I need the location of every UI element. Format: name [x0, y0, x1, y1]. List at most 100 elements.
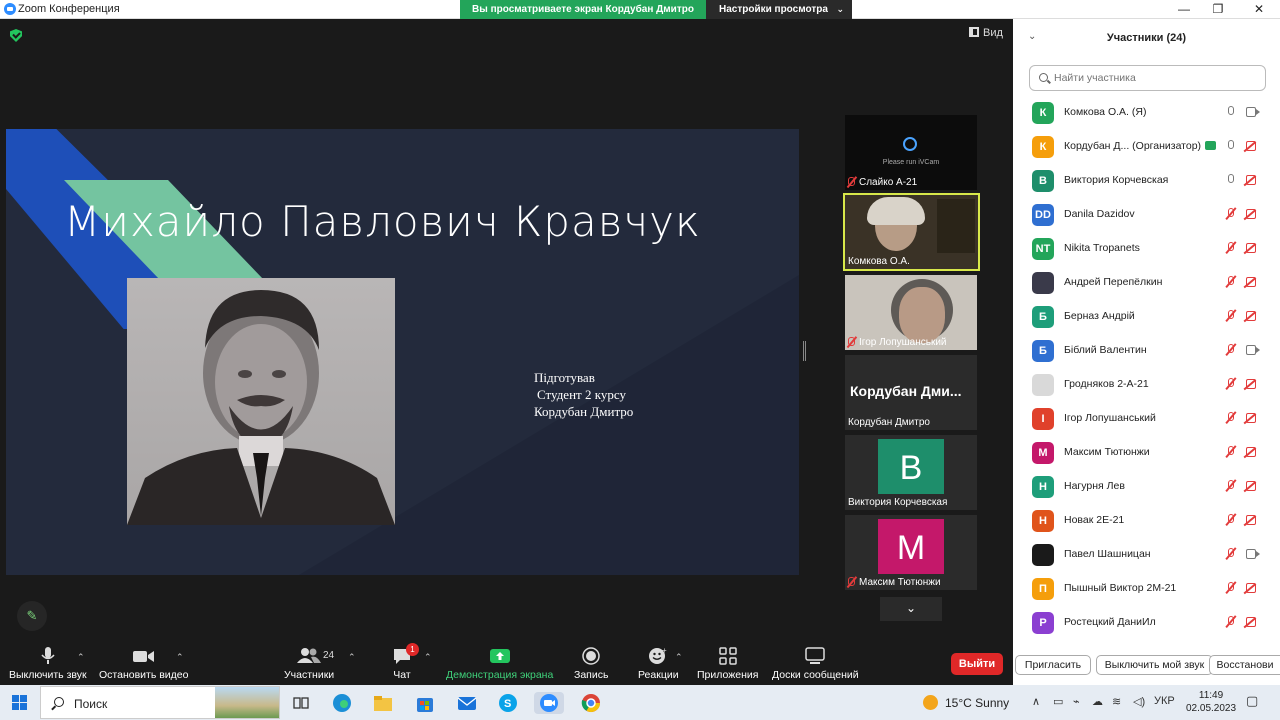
microphone-muted-icon[interactable]: [1228, 548, 1234, 557]
microphone-muted-icon[interactable]: [1228, 514, 1234, 523]
chrome-icon[interactable]: [580, 692, 602, 714]
audio-options-caret[interactable]: ⌃: [77, 652, 85, 663]
input-language[interactable]: УКР: [1154, 695, 1175, 707]
microsoft-store-icon[interactable]: [414, 692, 436, 714]
system-clock[interactable]: 11:49 02.05.2023: [1186, 689, 1236, 715]
microphone-muted-icon[interactable]: [1228, 208, 1234, 217]
video-camera-icon[interactable]: [1246, 345, 1260, 355]
participant-row[interactable]: П Пышный Виктор 2М-21: [1013, 572, 1280, 606]
participant-row[interactable]: Б Біблий Валентин: [1013, 334, 1280, 368]
notifications-icon[interactable]: ▢: [1246, 693, 1258, 709]
skype-icon[interactable]: S: [497, 692, 519, 714]
video-camera-off-icon[interactable]: [1246, 515, 1256, 525]
task-view-icon[interactable]: [290, 692, 312, 714]
video-options-caret[interactable]: ⌃: [176, 652, 184, 663]
video-tile[interactable]: В Виктория Корчевская: [845, 435, 977, 510]
microphone-muted-icon[interactable]: [1228, 276, 1234, 285]
video-tile[interactable]: Ігор Лопушанський: [845, 275, 977, 350]
participants-options-caret[interactable]: ⌃: [348, 652, 356, 663]
view-button[interactable]: Вид: [969, 27, 1003, 39]
video-camera-off-icon[interactable]: [1246, 583, 1256, 593]
apps-button[interactable]: Приложения: [697, 647, 758, 681]
participant-row[interactable]: Б Берназ Андрій: [1013, 300, 1280, 334]
microphone-muted-icon[interactable]: [1228, 616, 1234, 625]
weather-widget[interactable]: 15°C Sunny: [923, 695, 1009, 710]
video-camera-icon[interactable]: [1246, 107, 1260, 117]
video-camera-off-icon[interactable]: [1246, 277, 1256, 287]
restore-button[interactable]: Восстанови: [1209, 655, 1280, 675]
participant-row[interactable]: В Виктория Корчевская: [1013, 164, 1280, 198]
encryption-shield-icon[interactable]: [10, 29, 22, 42]
windows-start-icon[interactable]: [12, 695, 27, 710]
video-camera-off-icon[interactable]: [1246, 311, 1256, 321]
reactions-button[interactable]: + Реакции: [638, 646, 679, 681]
video-camera-off-icon[interactable]: [1246, 379, 1256, 389]
video-tile[interactable]: М Максим Тютюнжи: [845, 515, 977, 590]
invite-button[interactable]: Пригласить: [1015, 655, 1091, 675]
participant-row[interactable]: К Кордубан Д... (Организатор): [1013, 130, 1280, 164]
microphone-muted-icon[interactable]: [1228, 242, 1234, 251]
participant-row[interactable]: Н Нагурня Лев: [1013, 470, 1280, 504]
chevron-up-icon[interactable]: ∧: [1032, 695, 1040, 708]
microphone-muted-icon[interactable]: [1228, 412, 1234, 421]
share-screen-button[interactable]: Демонстрация экрана: [446, 647, 553, 681]
participant-row[interactable]: Павел Шашницан: [1013, 538, 1280, 572]
participant-row[interactable]: І Ігор Лопушанський: [1013, 402, 1280, 436]
participant-row[interactable]: Н Новак 2Е-21: [1013, 504, 1280, 538]
video-camera-off-icon[interactable]: [1246, 243, 1256, 253]
microphone-muted-icon[interactable]: [1228, 446, 1234, 455]
cloud-tray-icon[interactable]: ☁: [1092, 695, 1103, 708]
participant-row[interactable]: Р Ростецкий ДаниИл: [1013, 606, 1280, 640]
annotate-pencil-icon[interactable]: ✎: [17, 601, 47, 631]
maximize-button[interactable]: ❐: [1201, 0, 1235, 19]
microphone-icon[interactable]: [1228, 174, 1234, 183]
microphone-muted-icon[interactable]: [1228, 344, 1234, 353]
video-camera-off-icon[interactable]: [1246, 447, 1256, 457]
close-button[interactable]: ✕: [1242, 0, 1276, 19]
microphone-icon[interactable]: [1228, 106, 1234, 115]
microphone-muted-icon[interactable]: [1228, 480, 1234, 489]
participant-search[interactable]: [1029, 65, 1266, 91]
microphone-muted-icon[interactable]: [1228, 378, 1234, 387]
video-tile[interactable]: Кордубан Дми... Кордубан Дмитро: [845, 355, 977, 430]
chat-options-caret[interactable]: ⌃: [424, 652, 432, 663]
video-camera-off-icon[interactable]: [1246, 209, 1256, 219]
network-tray-icon[interactable]: ▭: [1053, 695, 1063, 708]
participant-row[interactable]: М Максим Тютюнжи: [1013, 436, 1280, 470]
edge-browser-icon[interactable]: [331, 692, 353, 714]
split-drag-handle[interactable]: [803, 341, 806, 361]
chat-button[interactable]: 1 Чат: [393, 643, 419, 681]
mute-button[interactable]: Выключить звук: [9, 647, 87, 681]
view-settings-button[interactable]: Настройки просмотра ⌄: [706, 0, 852, 19]
leave-meeting-button[interactable]: Выйти: [951, 653, 1003, 675]
video-camera-off-icon[interactable]: [1246, 141, 1256, 151]
participant-row[interactable]: К Комкова О.А. (Я): [1013, 96, 1280, 130]
participant-row[interactable]: DD Danila Dazidov: [1013, 198, 1280, 232]
whiteboards-button[interactable]: Доски сообщений: [772, 647, 859, 681]
video-camera-icon[interactable]: [1246, 549, 1260, 559]
taskbar-search[interactable]: Поиск: [40, 686, 280, 719]
reactions-options-caret[interactable]: ⌃: [675, 652, 683, 663]
participant-row[interactable]: Андрей Перепёлкин: [1013, 266, 1280, 300]
video-tile[interactable]: Please run iVCam Слайко А-21: [845, 115, 977, 190]
mail-icon[interactable]: [456, 692, 478, 714]
video-camera-off-icon[interactable]: [1246, 481, 1256, 491]
microphone-icon[interactable]: [1228, 140, 1234, 149]
record-button[interactable]: Запись: [574, 647, 608, 681]
file-explorer-icon[interactable]: [372, 692, 394, 714]
volume-tray-icon[interactable]: ◁): [1133, 695, 1145, 708]
video-camera-off-icon[interactable]: [1246, 617, 1256, 627]
zoom-taskbar-icon[interactable]: [534, 692, 564, 714]
microphone-muted-icon[interactable]: [1228, 582, 1234, 591]
participant-row[interactable]: Гродняков 2-А-21: [1013, 368, 1280, 402]
minimize-button[interactable]: —: [1167, 0, 1201, 19]
mute-me-button[interactable]: Выключить мой звук: [1096, 655, 1213, 675]
video-camera-off-icon[interactable]: [1246, 413, 1256, 423]
video-scroll-down-button[interactable]: ⌄: [880, 597, 942, 621]
participant-search-input[interactable]: [1054, 70, 1259, 86]
participant-row[interactable]: NT Nikita Tropanets: [1013, 232, 1280, 266]
wifi-tray-icon[interactable]: ≋: [1112, 695, 1121, 708]
video-tile-active-speaker[interactable]: Комкова О.А.: [843, 193, 980, 271]
microphone-muted-icon[interactable]: [1228, 310, 1234, 319]
video-camera-off-icon[interactable]: [1246, 175, 1256, 185]
